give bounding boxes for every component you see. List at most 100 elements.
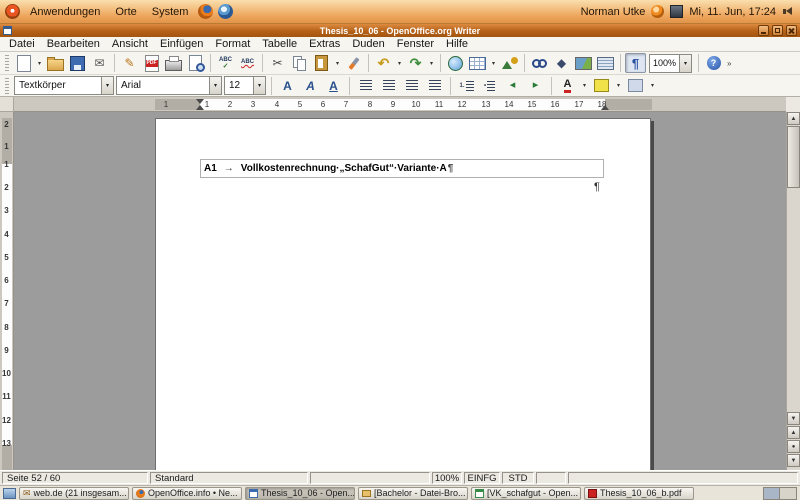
task-button-pdf[interactable]: Thesis_10_06_b.pdf (584, 487, 694, 500)
highlighting-dropdown[interactable]: ▾ (614, 76, 623, 96)
copy-button[interactable] (289, 53, 310, 73)
window-titlebar[interactable]: Thesis_10_06 - OpenOffice.org Writer (0, 24, 800, 37)
undo-dropdown[interactable]: ▾ (395, 53, 404, 73)
menu-format[interactable]: Format (209, 38, 256, 50)
status-zoom[interactable]: 100% (432, 472, 462, 484)
font-color-button[interactable]: A (557, 76, 578, 96)
minimize-button[interactable] (758, 25, 769, 36)
insert-table-dropdown[interactable]: ▾ (489, 53, 498, 73)
horizontal-ruler[interactable]: 1 1 2 3 4 5 6 7 8 9 10 11 12 13 14 15 16… (14, 97, 786, 112)
menu-duden[interactable]: Duden (346, 38, 390, 50)
toolbar-overflow-button[interactable]: » (727, 59, 731, 68)
right-indent-marker[interactable] (601, 105, 609, 110)
new-document-dropdown[interactable]: ▾ (35, 53, 44, 73)
task-button-webde[interactable]: ✉ web.de (21 insgesam... (19, 487, 129, 500)
show-desktop-icon[interactable] (3, 488, 16, 499)
font-name-combo[interactable]: Arial ▾ (116, 76, 222, 95)
redo-button[interactable]: ↷ (405, 53, 426, 73)
user-switcher-label[interactable]: Norman Utke (581, 6, 646, 18)
status-insert-mode[interactable]: EINFG (464, 472, 500, 484)
toolbar-drag-handle[interactable] (5, 78, 9, 94)
volume-icon[interactable] (782, 5, 795, 18)
menu-fenster[interactable]: Fenster (391, 38, 440, 50)
paragraph-style-combo[interactable]: Textkörper ▾ (14, 76, 114, 95)
spellcheck-button[interactable]: ABC (215, 53, 236, 73)
navigator-button[interactable]: ◆ (551, 53, 572, 73)
open-button[interactable] (45, 53, 66, 73)
document-view[interactable]: A1 → Vollkostenrechnung·„SchafGut“·Varia… (14, 112, 786, 470)
status-page-number[interactable]: Seite 52 / 60 (2, 472, 148, 484)
undo-button[interactable]: ↶ (373, 53, 394, 73)
first-line-indent-marker[interactable] (196, 99, 204, 104)
new-document-button[interactable] (13, 53, 34, 73)
help-button[interactable]: ? (703, 53, 724, 73)
align-right-button[interactable] (401, 76, 422, 96)
scroll-down-button[interactable]: ▼ (787, 412, 800, 425)
format-paintbrush-button[interactable] (343, 53, 364, 73)
task-button-thesis[interactable]: Thesis_10_06 - Open... (245, 487, 355, 500)
panel-menu-anwendungen[interactable]: Anwendungen (25, 4, 105, 20)
zoom-dropdown-icon[interactable]: ▾ (679, 55, 691, 72)
background-color-button[interactable] (625, 76, 646, 96)
cut-button[interactable]: ✂ (267, 53, 288, 73)
align-center-button[interactable] (378, 76, 399, 96)
menu-einfuegen[interactable]: Einfügen (154, 38, 209, 50)
justify-button[interactable] (424, 76, 445, 96)
vertical-ruler[interactable]: 2 1 1 2 3 4 5 6 7 8 9 10 11 12 13 (0, 112, 14, 470)
font-color-dropdown[interactable]: ▾ (580, 76, 589, 96)
close-button[interactable] (786, 25, 797, 36)
increase-indent-button[interactable]: ▸ (525, 76, 546, 96)
insert-table-button[interactable] (467, 53, 488, 73)
formatting-marks-button[interactable]: ¶ (625, 53, 646, 73)
export-pdf-button[interactable]: PDF (141, 53, 162, 73)
scrollbar-thumb[interactable] (787, 126, 800, 188)
panel-clock[interactable]: Mi, 11. Jun, 17:24 (689, 6, 776, 18)
previous-page-button[interactable]: ▲ (787, 426, 800, 439)
toolbar-drag-handle[interactable] (5, 55, 9, 71)
workspace-1[interactable] (764, 488, 780, 499)
panel-menu-system[interactable]: System (147, 4, 194, 20)
applications-logo-icon[interactable] (5, 4, 20, 19)
next-page-button[interactable]: ▼ (787, 454, 800, 467)
numbered-list-button[interactable]: 1. (456, 76, 477, 96)
menu-ansicht[interactable]: Ansicht (106, 38, 154, 50)
scroll-up-button[interactable]: ▲ (787, 112, 800, 125)
panel-menu-orte[interactable]: Orte (110, 4, 141, 20)
size-dropdown-icon[interactable]: ▾ (253, 77, 265, 94)
bold-button[interactable]: A (277, 76, 298, 96)
autospellcheck-button[interactable]: ABC (237, 53, 258, 73)
navigation-button[interactable]: ● (787, 440, 800, 453)
background-color-dropdown[interactable]: ▾ (648, 76, 657, 96)
firefox-launcher-icon[interactable] (198, 4, 213, 19)
update-notifier-icon[interactable] (651, 5, 664, 18)
document-table-row[interactable]: A1 → Vollkostenrechnung·„SchafGut“·Varia… (200, 159, 604, 178)
task-button-browser[interactable]: OpenOffice.info • Ne... (132, 487, 242, 500)
highlighting-button[interactable] (591, 76, 612, 96)
left-indent-marker[interactable] (196, 105, 204, 110)
style-dropdown-icon[interactable]: ▾ (101, 77, 113, 94)
status-page-style[interactable]: Standard (150, 472, 308, 484)
status-selection-mode[interactable]: STD (502, 472, 534, 484)
paste-dropdown[interactable]: ▾ (333, 53, 342, 73)
save-button[interactable] (67, 53, 88, 73)
bullet-list-button[interactable]: • (479, 76, 500, 96)
task-button-vk-schafgut[interactable]: [VK_schafgut - Open... (471, 487, 581, 500)
network-tray-icon[interactable] (670, 5, 683, 18)
underline-button[interactable]: A (323, 76, 344, 96)
decrease-indent-button[interactable]: ◂ (502, 76, 523, 96)
gallery-button[interactable] (573, 53, 594, 73)
italic-button[interactable]: A (300, 76, 321, 96)
menu-bearbeiten[interactable]: Bearbeiten (41, 38, 106, 50)
print-button[interactable] (163, 53, 184, 73)
menu-datei[interactable]: Datei (3, 38, 41, 50)
redo-dropdown[interactable]: ▾ (427, 53, 436, 73)
align-left-button[interactable] (355, 76, 376, 96)
zoom-combo[interactable]: 100% ▾ (649, 54, 692, 73)
vertical-scrollbar[interactable]: ▲ ▼ ▲ ● ▼ (786, 112, 800, 470)
hyperlink-button[interactable] (445, 53, 466, 73)
document-page[interactable]: A1 → Vollkostenrechnung·„SchafGut“·Varia… (155, 118, 651, 470)
paste-button[interactable] (311, 53, 332, 73)
page-preview-button[interactable] (185, 53, 206, 73)
workspace-2[interactable] (780, 488, 796, 499)
draw-functions-button[interactable] (499, 53, 520, 73)
